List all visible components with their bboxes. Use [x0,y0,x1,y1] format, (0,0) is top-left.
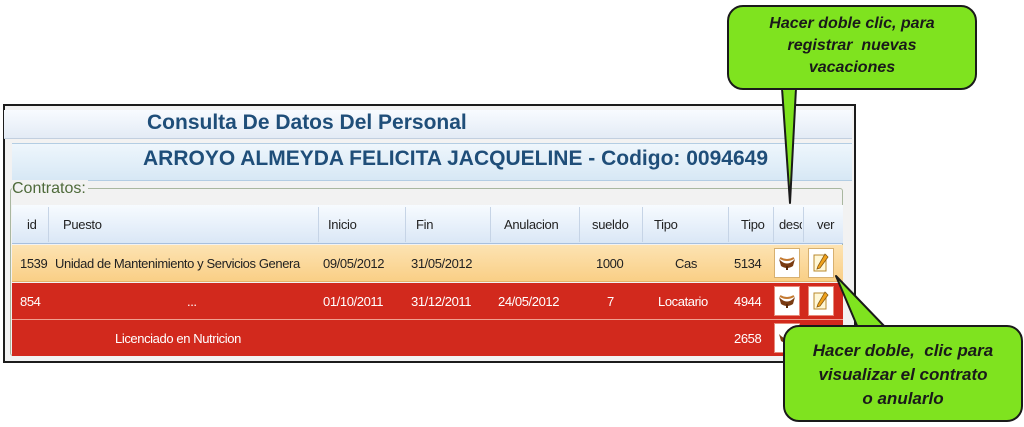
callout-line: Hacer doble, clic para [812,341,994,360]
callout-line: o anularlo [862,389,944,408]
callout-view-contract: Hacer doble, clic para visualizar el con… [783,325,1023,422]
callout-line: Hacer doble clic, para [769,15,935,32]
callout-line: vacaciones [808,59,896,76]
callout-register-vacation: Hacer doble clic, para registrar nuevas … [727,5,977,90]
callout-line: visualizar el contrato [818,365,988,384]
callout-line: registrar nuevas [787,37,917,54]
